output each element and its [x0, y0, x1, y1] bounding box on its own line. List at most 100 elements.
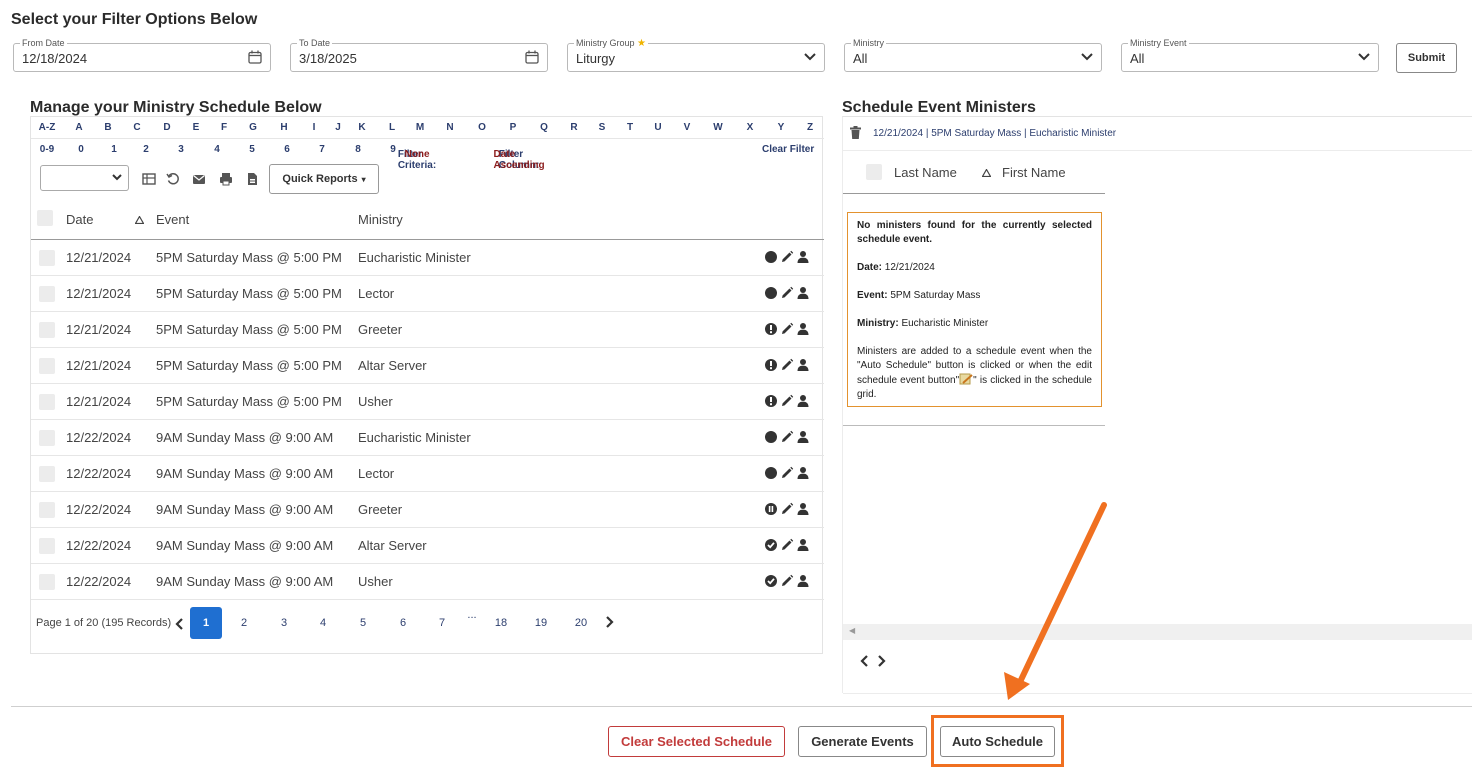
alpha-filter-c[interactable]: C: [133, 122, 140, 133]
digit-filter-1[interactable]: 1: [111, 144, 117, 155]
digit-filter-2[interactable]: 2: [143, 144, 149, 155]
export-file-icon[interactable]: [245, 172, 259, 186]
select-all-checkbox[interactable]: [37, 210, 53, 226]
person-icon[interactable]: [796, 430, 810, 444]
page-link[interactable]: 19: [535, 617, 547, 629]
status-alert-icon[interactable]: [764, 358, 778, 372]
chevron-left-icon[interactable]: [860, 655, 870, 667]
chevron-right-icon[interactable]: [604, 616, 614, 628]
alpha-filter-k[interactable]: K: [358, 122, 365, 133]
status-dot-icon[interactable]: [764, 430, 778, 444]
calendar-icon[interactable]: [525, 50, 539, 64]
person-icon[interactable]: [796, 574, 810, 588]
page-size-select[interactable]: [40, 165, 129, 191]
page-link[interactable]: 7: [439, 617, 445, 629]
alpha-filter-m[interactable]: M: [416, 122, 424, 133]
page-link[interactable]: 20: [575, 617, 587, 629]
row-checkbox[interactable]: [39, 466, 55, 482]
edit-icon[interactable]: [780, 250, 794, 264]
edit-icon[interactable]: [780, 358, 794, 372]
undo-icon[interactable]: [166, 172, 180, 186]
table-row[interactable]: 12/22/2024 9AM Sunday Mass @ 9:00 AM Lecto…: [31, 456, 824, 492]
horizontal-scrollbar[interactable]: ◀: [843, 624, 1472, 640]
person-icon[interactable]: [796, 322, 810, 336]
column-header-first-name[interactable]: First Name: [1002, 165, 1066, 180]
row-checkbox[interactable]: [39, 322, 55, 338]
person-icon[interactable]: [796, 502, 810, 516]
table-row[interactable]: 12/22/2024 9AM Sunday Mass @ 9:00 AM Usher: [31, 564, 824, 600]
alpha-filter-u[interactable]: U: [654, 122, 661, 133]
page-link[interactable]: 18: [495, 617, 507, 629]
ministry-select[interactable]: Ministry All: [844, 38, 1102, 72]
edit-icon[interactable]: [780, 574, 794, 588]
alpha-filter-h[interactable]: H: [280, 122, 287, 133]
person-icon[interactable]: [796, 250, 810, 264]
alpha-filter-f[interactable]: F: [221, 122, 227, 133]
edit-icon[interactable]: [780, 538, 794, 552]
alpha-filter-w[interactable]: W: [713, 122, 722, 133]
table-row[interactable]: 12/22/2024 9AM Sunday Mass @ 9:00 AM Greet…: [31, 492, 824, 528]
page-link[interactable]: 4: [320, 617, 326, 629]
status-alert-icon[interactable]: [764, 322, 778, 336]
row-checkbox[interactable]: [39, 538, 55, 554]
to-date-field[interactable]: To Date 3/18/2025: [290, 38, 548, 72]
table-row[interactable]: 12/21/2024 5PM Saturday Mass @ 5:00 PM Ush…: [31, 384, 824, 420]
row-checkbox[interactable]: [39, 394, 55, 410]
status-check-icon[interactable]: [764, 538, 778, 552]
row-checkbox[interactable]: [39, 358, 55, 374]
alpha-filter-s[interactable]: S: [599, 122, 606, 133]
status-dot-icon[interactable]: [764, 250, 778, 264]
alpha-filter-y[interactable]: Y: [778, 122, 785, 133]
generate-events-button[interactable]: Generate Events: [798, 726, 927, 757]
status-check-icon[interactable]: [764, 574, 778, 588]
alpha-filter-p[interactable]: P: [510, 122, 517, 133]
column-header-date[interactable]: Date: [66, 212, 93, 227]
row-checkbox[interactable]: [39, 430, 55, 446]
alpha-filter-q[interactable]: Q: [540, 122, 548, 133]
table-row[interactable]: 12/21/2024 5PM Saturday Mass @ 5:00 PM Gre…: [31, 312, 824, 348]
page-link[interactable]: 2: [241, 617, 247, 629]
print-icon[interactable]: [219, 172, 233, 186]
submit-button[interactable]: Submit: [1396, 43, 1457, 73]
person-icon[interactable]: [796, 466, 810, 480]
calendar-icon[interactable]: [248, 50, 262, 64]
person-icon[interactable]: [796, 286, 810, 300]
chevron-left-icon[interactable]: [175, 618, 185, 630]
alpha-filter-b[interactable]: B: [104, 122, 111, 133]
page-link[interactable]: 1: [190, 607, 222, 639]
alpha-filter-x[interactable]: X: [747, 122, 754, 133]
digit-filter-4[interactable]: 4: [214, 144, 220, 155]
digit-filter-8[interactable]: 8: [355, 144, 361, 155]
digit-filter-6[interactable]: 6: [284, 144, 290, 155]
alpha-filter-d[interactable]: D: [163, 122, 170, 133]
sort-ascending-icon[interactable]: [135, 216, 144, 224]
ministry-event-select[interactable]: Ministry Event All: [1121, 38, 1379, 72]
alpha-filter-v[interactable]: V: [684, 122, 691, 133]
status-pause-icon[interactable]: [764, 502, 778, 516]
scroll-left-icon[interactable]: ◀: [849, 626, 855, 635]
alpha-filter-e[interactable]: E: [193, 122, 200, 133]
alpha-filter-i[interactable]: I: [313, 122, 316, 133]
alpha-filter-t[interactable]: T: [627, 122, 633, 133]
from-date-field[interactable]: From Date 12/18/2024: [13, 38, 271, 72]
digit-filter-3[interactable]: 3: [178, 144, 184, 155]
status-dot-icon[interactable]: [764, 286, 778, 300]
digit-filter-7[interactable]: 7: [319, 144, 325, 155]
person-icon[interactable]: [796, 358, 810, 372]
table-row[interactable]: 12/21/2024 5PM Saturday Mass @ 5:00 PM Lec…: [31, 276, 824, 312]
table-row[interactable]: 12/21/2024 5PM Saturday Mass @ 5:00 PM Euc…: [31, 240, 824, 276]
sort-ascending-icon[interactable]: [982, 169, 991, 177]
quick-reports-button[interactable]: Quick Reports ▾: [269, 164, 379, 194]
column-header-last-name[interactable]: Last Name: [894, 165, 957, 180]
table-row[interactable]: 12/22/2024 9AM Sunday Mass @ 9:00 AM Eucha…: [31, 420, 824, 456]
email-icon[interactable]: [192, 172, 206, 186]
alpha-filter-r[interactable]: R: [570, 122, 577, 133]
row-checkbox[interactable]: [39, 502, 55, 518]
digit-filter-9[interactable]: 9: [390, 144, 396, 155]
row-checkbox[interactable]: [39, 250, 55, 266]
digit-filter-5[interactable]: 5: [249, 144, 255, 155]
edit-icon[interactable]: [780, 322, 794, 336]
table-icon[interactable]: [142, 172, 156, 186]
row-checkbox[interactable]: [39, 574, 55, 590]
page-link[interactable]: 6: [400, 617, 406, 629]
